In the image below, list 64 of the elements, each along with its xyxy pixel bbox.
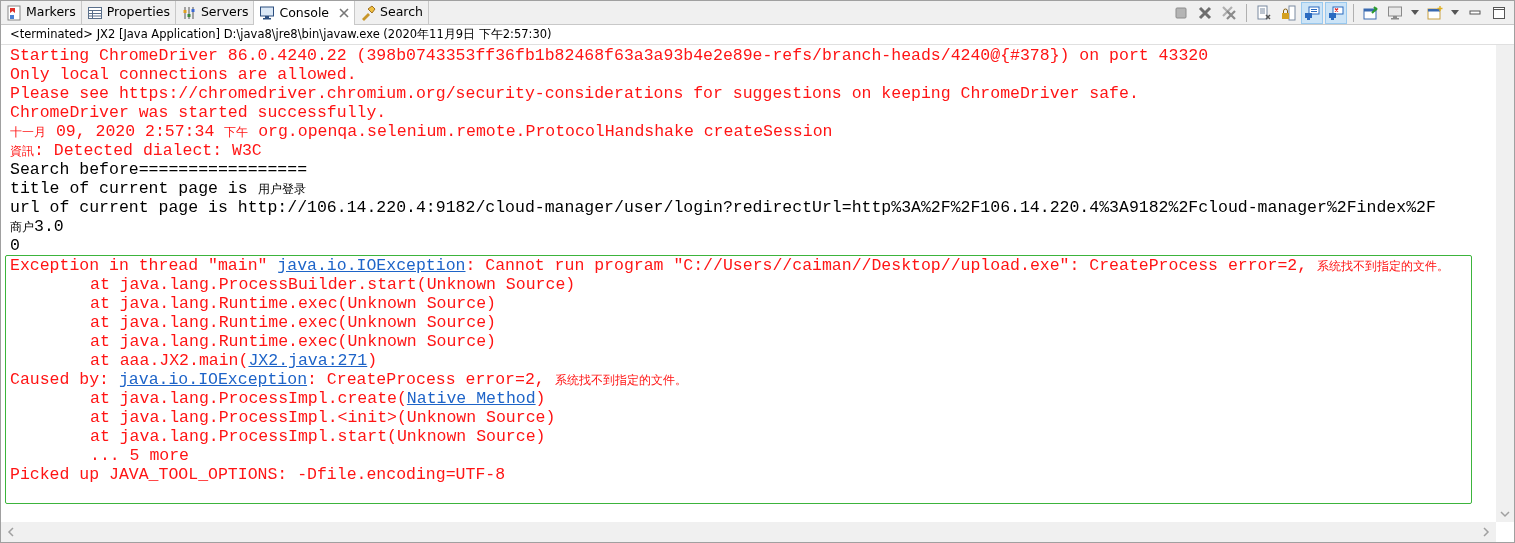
scroll-left-icon[interactable] [7, 527, 15, 537]
console-text: Caused by: [10, 370, 111, 389]
console-text: at java.lang.ProcessImpl.<init>(Unknown Source) [90, 408, 556, 427]
square-icon[interactable] [1173, 4, 1189, 21]
new-window-icon[interactable] [1427, 4, 1443, 21]
console-text: at java.lang.ProcessBuilder.start(Unknown Source) [90, 275, 576, 294]
console-text: : Cannot run program "C://Users//caiman//Desktop//upload.exe": CreateProcess error=2, [465, 256, 1309, 275]
lock-icon[interactable] [1280, 4, 1296, 21]
monitor-icon [259, 5, 276, 21]
console-link[interactable]: JX2.java:271 [248, 351, 368, 370]
console-text: ) [535, 389, 546, 408]
console-text: Picked up JAVA_TOOL_OPTIONS: -Dfile.encoding=UTF-8 [10, 465, 506, 484]
console-text: at java.lang.ProcessImpl.create( [90, 389, 407, 408]
x-icon[interactable] [1197, 4, 1213, 21]
double-x-icon[interactable] [1221, 4, 1237, 21]
console-text: at aaa.JX2.main( [90, 351, 249, 370]
console-text: at java.lang.Runtime.exec(Unknown Source) [90, 332, 496, 351]
document-x-icon[interactable] [1256, 4, 1272, 21]
console-text: url of current page is http://106.14.220.4:9182/cloud-manager/user/login?redirectUrl=http%3A%2F%2F106.14.220.4%3A9182%2Fcloud-manager%2Findex%2F [10, 198, 1436, 217]
console-text: 09, 2020 2:57:34 [54, 122, 216, 141]
horizontal-scrollbar[interactable] [1, 522, 1496, 542]
console-text: Starting ChromeDriver 86.0.4240.22 (398b0743353ff36fb1b82468f63a3a93b4e2e89e-refs/branch-heads/4240@{#378}) on port 43320 [10, 46, 1209, 65]
scroll-down-icon[interactable] [1500, 510, 1510, 518]
console-text: 3.0 [34, 217, 64, 236]
console-text: at java.lang.Runtime.exec(Unknown Source) [90, 294, 496, 313]
console-text: 系统找不到指定的文件。 [554, 373, 687, 387]
console-text: 下午 [224, 125, 249, 139]
console-text: ... 5 more [90, 446, 190, 465]
console-text: ChromeDriver was started successfully. [10, 103, 387, 122]
console-text: 資訊 [10, 144, 34, 158]
process-label: <terminated> JX2 [Java Application] D:\java8\jre8\bin\javaw.exe (2020年11月9日 下午2:57:30) [1, 25, 1514, 45]
caret-icon[interactable] [1451, 10, 1459, 15]
bookmark-icon [6, 4, 22, 21]
console-text: Search before================= [10, 160, 308, 179]
tab[interactable]: Console [254, 1, 356, 25]
console-text: at java.lang.Runtime.exec(Unknown Source) [90, 313, 496, 332]
maximize-icon[interactable] [1491, 4, 1507, 21]
vertical-scrollbar[interactable] [1496, 45, 1514, 522]
close-icon[interactable] [339, 8, 350, 18]
console-text: ) [367, 351, 378, 370]
scroll-right-icon[interactable] [1482, 527, 1490, 537]
table-icon [86, 4, 103, 21]
console-text: title of current page is [10, 179, 249, 198]
console-text: 系统找不到指定的文件。 [1317, 259, 1450, 273]
console-link[interactable]: Native Method [406, 389, 536, 408]
console-text: 十一月 [10, 125, 46, 139]
caret-icon[interactable] [1411, 10, 1419, 15]
pin-icon[interactable] [1363, 4, 1379, 21]
console-link[interactable]: java.io.IOException [118, 370, 308, 389]
flashlight-icon [360, 4, 377, 21]
console-text: org.openqa.selenium.remote.ProtocolHandshake createSession [257, 122, 833, 141]
error-message-icon[interactable] [1328, 4, 1344, 21]
console-text: : CreateProcess error=2, [307, 370, 546, 389]
console-text: at java.lang.ProcessImpl.start(Unknown Source) [90, 427, 546, 446]
console-text: Please see https://chromedriver.chromium.org/security-considerations for suggestions on keeping ChromeDriver safe. [10, 84, 1139, 103]
console-text: 商户 [10, 220, 34, 234]
console-link[interactable]: java.io.IOException [277, 256, 466, 275]
console-text: 0 [10, 236, 20, 255]
console-text: 用户登录 [257, 182, 306, 196]
message-icon[interactable] [1304, 4, 1320, 21]
console-text: : Detected dialect: W3C [34, 141, 262, 160]
console-text: Only local connections are allowed. [10, 65, 357, 84]
monitor-icon[interactable] [1387, 4, 1403, 21]
console-text: Exception in thread "main" [10, 256, 269, 275]
